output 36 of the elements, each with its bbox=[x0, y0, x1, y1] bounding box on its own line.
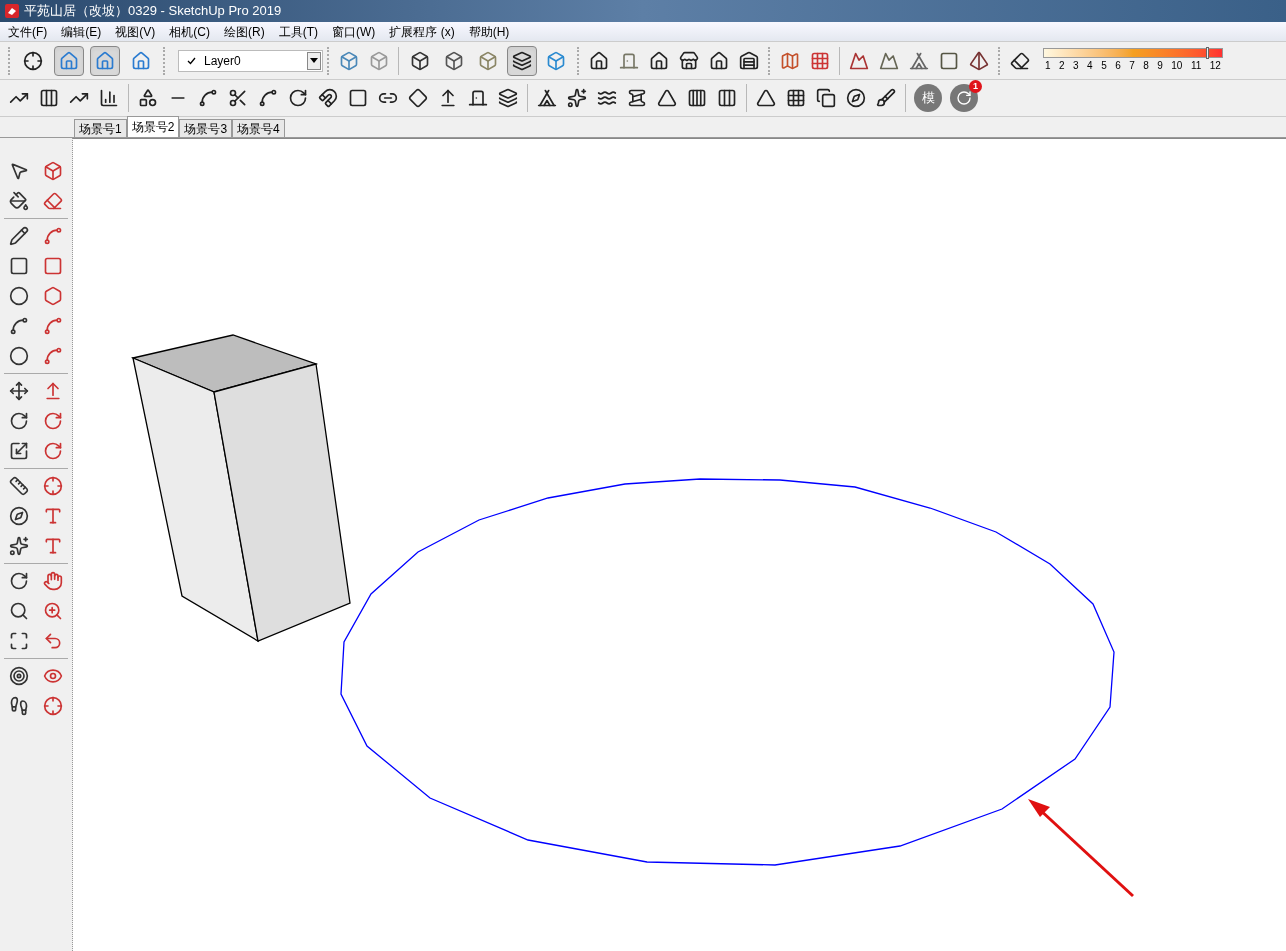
scene-tab[interactable]: 场景号3 bbox=[179, 119, 233, 137]
menu-item[interactable]: 编辑(E) bbox=[61, 22, 102, 41]
menu-item[interactable]: 相机(C) bbox=[169, 22, 210, 41]
scale-label: 12 bbox=[1209, 59, 1221, 73]
scale-label: 3 bbox=[1073, 59, 1079, 73]
menu-item[interactable]: 窗口(W) bbox=[332, 22, 376, 41]
scale-label: 9 bbox=[1157, 59, 1163, 73]
notification-badge: 1 bbox=[969, 80, 982, 93]
scene-tab[interactable]: 场景号4 bbox=[232, 119, 285, 137]
menu-item[interactable]: 工具(T) bbox=[278, 22, 318, 41]
menu-item[interactable]: 视图(V) bbox=[115, 22, 156, 41]
scale-label: 10 bbox=[1171, 59, 1183, 73]
menu-item[interactable]: 绘图(R) bbox=[224, 22, 265, 41]
scale-label: 6 bbox=[1115, 59, 1121, 73]
update-button[interactable] bbox=[950, 84, 978, 112]
scene-tab[interactable]: 场景号2 bbox=[126, 116, 180, 137]
scene-tab[interactable]: 场景号1 bbox=[74, 119, 127, 137]
menu-item[interactable]: 文件(F) bbox=[8, 22, 48, 41]
scale-label: 11 bbox=[1190, 59, 1202, 73]
window-title: 平苑山居（改坡）0329 - SketchUp Pro 2019 bbox=[24, 2, 282, 21]
layer-name: Layer0 bbox=[204, 52, 242, 70]
refresh-icon bbox=[956, 90, 972, 106]
slider-thumb[interactable] bbox=[1205, 47, 1209, 59]
scale-label: 5 bbox=[1101, 59, 1107, 73]
app-logo-icon bbox=[4, 3, 20, 19]
scale-label: 4 bbox=[1087, 59, 1093, 73]
layered-cube-icon[interactable] bbox=[507, 45, 537, 76]
layer-dropdown[interactable]: Layer0 bbox=[178, 49, 323, 72]
scale-label: 1 bbox=[1045, 59, 1051, 73]
scale-label: 2 bbox=[1059, 59, 1065, 73]
model-button[interactable]: 模 bbox=[914, 84, 942, 112]
color-scale-slider[interactable] bbox=[1043, 48, 1223, 58]
menu-item[interactable]: 帮助(H) bbox=[468, 22, 510, 41]
scale-label: 8 bbox=[1143, 59, 1149, 73]
scale-label: 7 bbox=[1129, 59, 1135, 73]
menu-item[interactable]: 扩展程序 (x) bbox=[389, 22, 455, 41]
